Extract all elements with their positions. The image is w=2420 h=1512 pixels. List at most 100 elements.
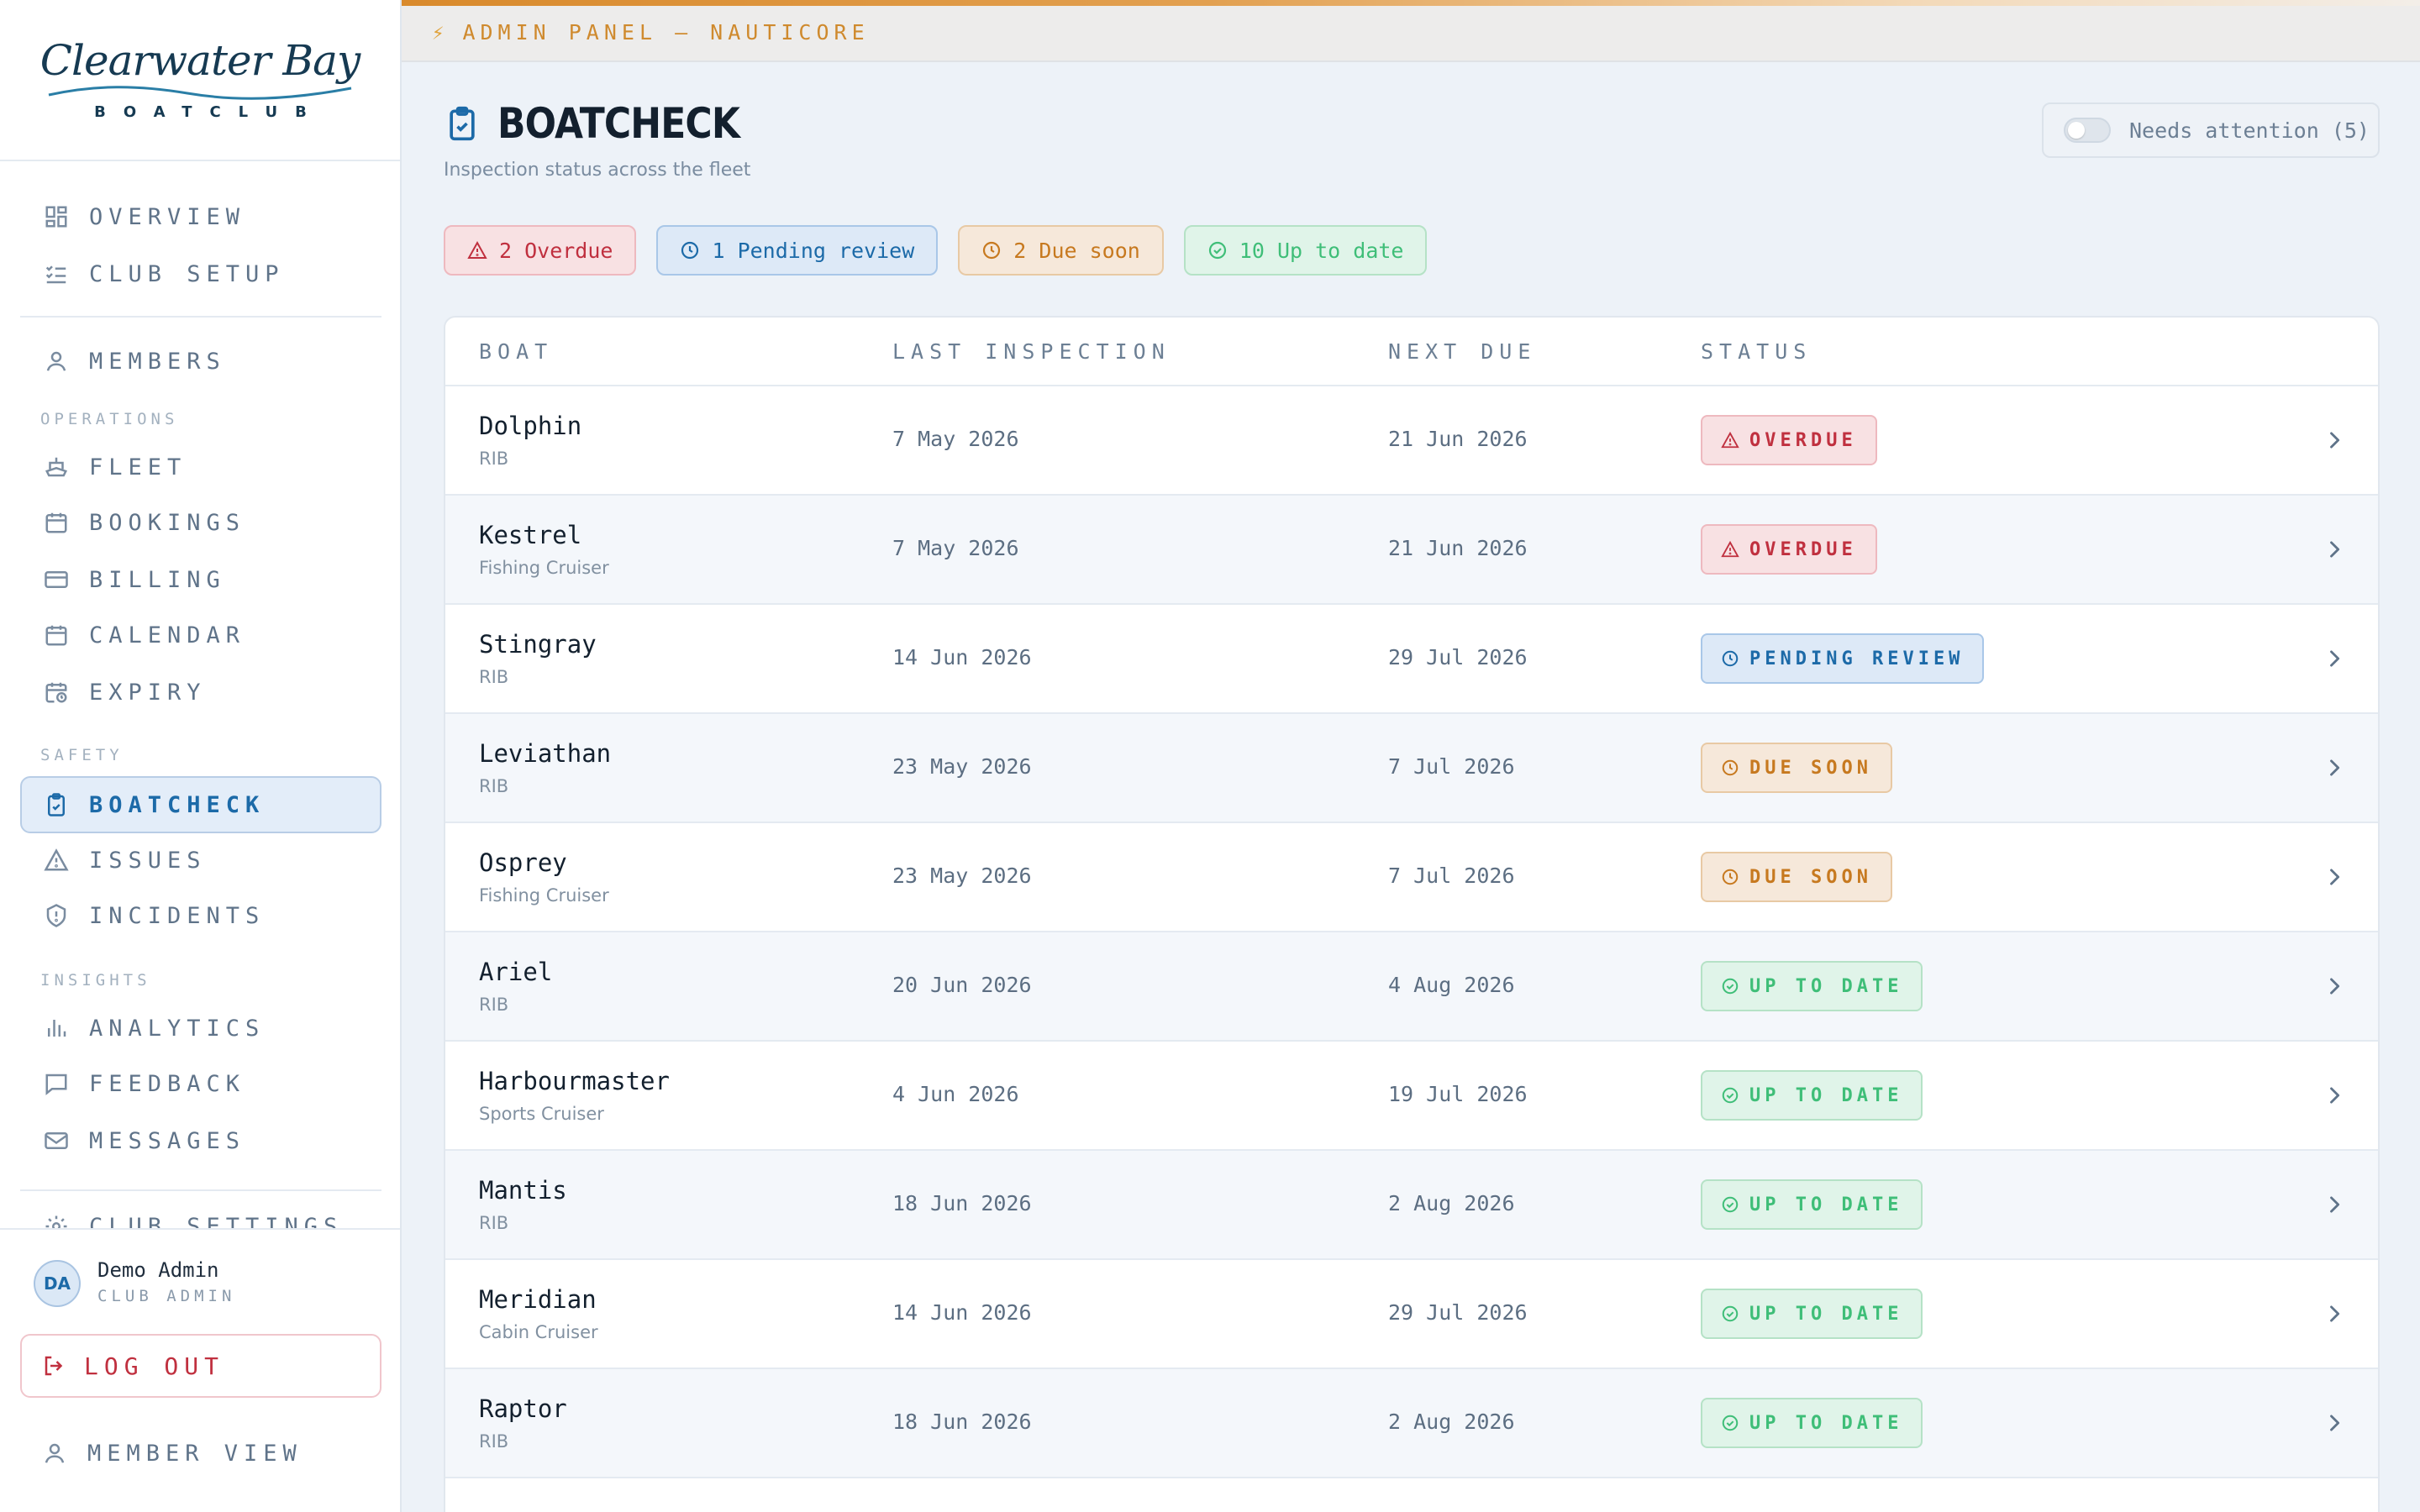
logout-label: LOG OUT	[84, 1352, 225, 1380]
bar-chart-icon	[44, 1016, 69, 1041]
sidebar-item-overview[interactable]: OVERVIEW	[20, 188, 381, 245]
clock-icon	[1721, 649, 1739, 668]
boat-cell: Stingray RIB	[479, 630, 597, 687]
sidebar-item-calendar[interactable]: CALENDAR	[20, 606, 381, 664]
last-inspection-date: 23 May 2026	[892, 754, 1032, 779]
needs-attention-toggle[interactable]: Needs attention (5)	[2042, 102, 2380, 158]
chip-label: 1 Pending review	[712, 238, 915, 263]
status-badge: DUE SOON	[1701, 852, 1892, 902]
boat-type: RIB	[479, 1213, 509, 1233]
sidebar-item-incidents[interactable]: INCIDENTS	[20, 887, 381, 944]
status-label: DUE SOON	[1749, 757, 1872, 779]
boat-name: Mantis	[479, 1176, 567, 1205]
check-circle-icon	[1721, 1195, 1739, 1214]
calendar-icon	[44, 622, 69, 648]
table-row[interactable]: Dolphin RIB 7 May 2026 21 Jun 2026 OVERDUE	[445, 386, 2378, 496]
status-badge: OVERDUE	[1701, 415, 1877, 465]
sidebar-item-boatcheck[interactable]: BOATCHECK	[20, 776, 381, 833]
boat-type: RIB	[479, 667, 509, 687]
table-row[interactable]: Harbourmaster Sports Cruiser 4 Jun 2026 19 …	[445, 1042, 2378, 1151]
boat-cell: Harbourmaster Sports Cruiser	[479, 1067, 670, 1124]
table-row[interactable]: Leviathan RIB 23 May 2026 7 Jul 2026 DUE SOO…	[445, 714, 2378, 823]
chevron-right-icon[interactable]	[2323, 647, 2346, 670]
sidebar-item-issues[interactable]: ISSUES	[20, 832, 381, 889]
status-badge: UP TO DATE	[1701, 1398, 1923, 1448]
clipboard-check-icon	[444, 102, 481, 144]
next-due-date: 7 Jul 2026	[1388, 754, 1515, 779]
toggle-switch[interactable]	[2064, 118, 2111, 143]
boat-cell: Mantis RIB	[479, 1176, 567, 1233]
sidebar-item-expiry[interactable]: EXPIRY	[20, 664, 381, 721]
table-row[interactable]: Stingray RIB 14 Jun 2026 29 Jul 2026 PENDING…	[445, 605, 2378, 714]
column-header-next-due[interactable]: NEXT DUE	[1388, 339, 1536, 364]
ship-icon	[44, 454, 69, 480]
table-row[interactable]: Mantis RIB 18 Jun 2026 2 Aug 2026 UP TO DATE	[445, 1151, 2378, 1260]
boat-name: Osprey	[479, 848, 567, 877]
sidebar-item-label: BOATCHECK	[89, 791, 266, 818]
chevron-right-icon[interactable]	[2323, 1084, 2346, 1107]
table-row[interactable]: Osprey Fishing Cruiser 23 May 2026 7 Jul 20…	[445, 823, 2378, 932]
boat-name: Dolphin	[479, 412, 582, 440]
chevron-right-icon[interactable]	[2323, 865, 2346, 889]
sidebar-item-bookings[interactable]: BOOKINGS	[20, 494, 381, 551]
chevron-right-icon[interactable]	[2323, 1411, 2346, 1435]
chevron-right-icon[interactable]	[2323, 756, 2346, 780]
table-row[interactable]: Kestrel Fishing Cruiser 7 May 2026 21 Jun 2…	[445, 496, 2378, 605]
wave-icon	[48, 85, 352, 100]
boat-name: Kestrel	[479, 521, 582, 549]
next-due-date: 29 Jul 2026	[1388, 1300, 1528, 1325]
up-to-date-filter-chip[interactable]: 10 Up to date	[1183, 225, 1428, 276]
boat-type: RIB	[479, 995, 509, 1015]
next-due-date: 21 Jun 2026	[1388, 427, 1528, 451]
user-icon	[44, 349, 69, 374]
status-label: UP TO DATE	[1749, 975, 1903, 997]
sidebar-item-club-settings[interactable]: CLUB SETTINGS	[20, 1198, 381, 1228]
logout-button[interactable]: LOG OUT	[20, 1334, 381, 1398]
credit-card-icon	[44, 567, 69, 592]
status-badge: UP TO DATE	[1701, 1179, 1923, 1230]
boat-type: RIB	[479, 449, 509, 469]
sidebar-item-fleet[interactable]: FLEET	[20, 438, 381, 496]
status-badge: UP TO DATE	[1701, 961, 1923, 1011]
sidebar-item-label: ANALYTICS	[89, 1015, 266, 1042]
warning-icon	[467, 240, 487, 260]
member-view-link[interactable]: MEMBER VIEW	[20, 1425, 381, 1482]
avatar: DA	[34, 1260, 81, 1307]
status-label: UP TO DATE	[1749, 1084, 1903, 1106]
warning-icon	[44, 848, 69, 873]
sidebar-item-messages[interactable]: MESSAGES	[20, 1112, 381, 1169]
overdue-filter-chip[interactable]: 2 Overdue	[444, 225, 637, 276]
column-header-boat[interactable]: BOAT	[479, 339, 553, 364]
chevron-right-icon[interactable]	[2323, 974, 2346, 998]
inspection-table: BOAT LAST INSPECTION NEXT DUE STATUS Dol…	[444, 316, 2380, 1512]
chevron-right-icon[interactable]	[2323, 428, 2346, 452]
column-header-status[interactable]: STATUS	[1701, 339, 1812, 364]
pending-review-filter-chip[interactable]: 1 Pending review	[656, 225, 939, 276]
club-logo[interactable]: Clearwater Bay BOATCLUB	[0, 0, 400, 161]
due-soon-filter-chip[interactable]: 2 Due soon	[958, 225, 1164, 276]
boat-cell: Kestrel Fishing Cruiser	[479, 521, 609, 578]
sidebar-item-label: OVERVIEW	[89, 203, 246, 230]
sidebar-item-members[interactable]: MEMBERS	[20, 333, 381, 390]
page-subtitle: Inspection status across the fleet	[444, 160, 751, 181]
next-due-date: 4 Aug 2026	[1388, 973, 1515, 997]
next-due-date: 21 Jun 2026	[1388, 536, 1528, 560]
table-row[interactable]: Raptor RIB 18 Jun 2026 2 Aug 2026 UP TO DATE	[445, 1369, 2378, 1478]
chevron-right-icon[interactable]	[2323, 1302, 2346, 1326]
boat-name: Harbourmaster	[479, 1067, 670, 1095]
clock-icon	[1721, 759, 1739, 777]
table-row[interactable]: Meridian Cabin Cruiser 14 Jun 2026 29 Jul 2…	[445, 1260, 2378, 1369]
table-row[interactable]: Ariel RIB 20 Jun 2026 4 Aug 2026 UP TO DATE	[445, 932, 2378, 1042]
sidebar-item-club-setup[interactable]: CLUB SETUP	[20, 245, 381, 302]
column-header-last-inspection[interactable]: LAST INSPECTION	[892, 339, 1171, 364]
check-circle-icon	[1721, 1086, 1739, 1105]
sidebar-item-analytics[interactable]: ANALYTICS	[20, 1000, 381, 1057]
chevron-right-icon[interactable]	[2323, 538, 2346, 561]
chevron-right-icon[interactable]	[2323, 1193, 2346, 1216]
sidebar-item-feedback[interactable]: FEEDBACK	[20, 1055, 381, 1112]
boat-type: RIB	[479, 1431, 509, 1452]
last-inspection-date: 4 Jun 2026	[892, 1082, 1019, 1106]
nav-section-safety: SAFETY	[40, 746, 124, 764]
last-inspection-date: 20 Jun 2026	[892, 973, 1032, 997]
sidebar-item-billing[interactable]: BILLING	[20, 551, 381, 608]
